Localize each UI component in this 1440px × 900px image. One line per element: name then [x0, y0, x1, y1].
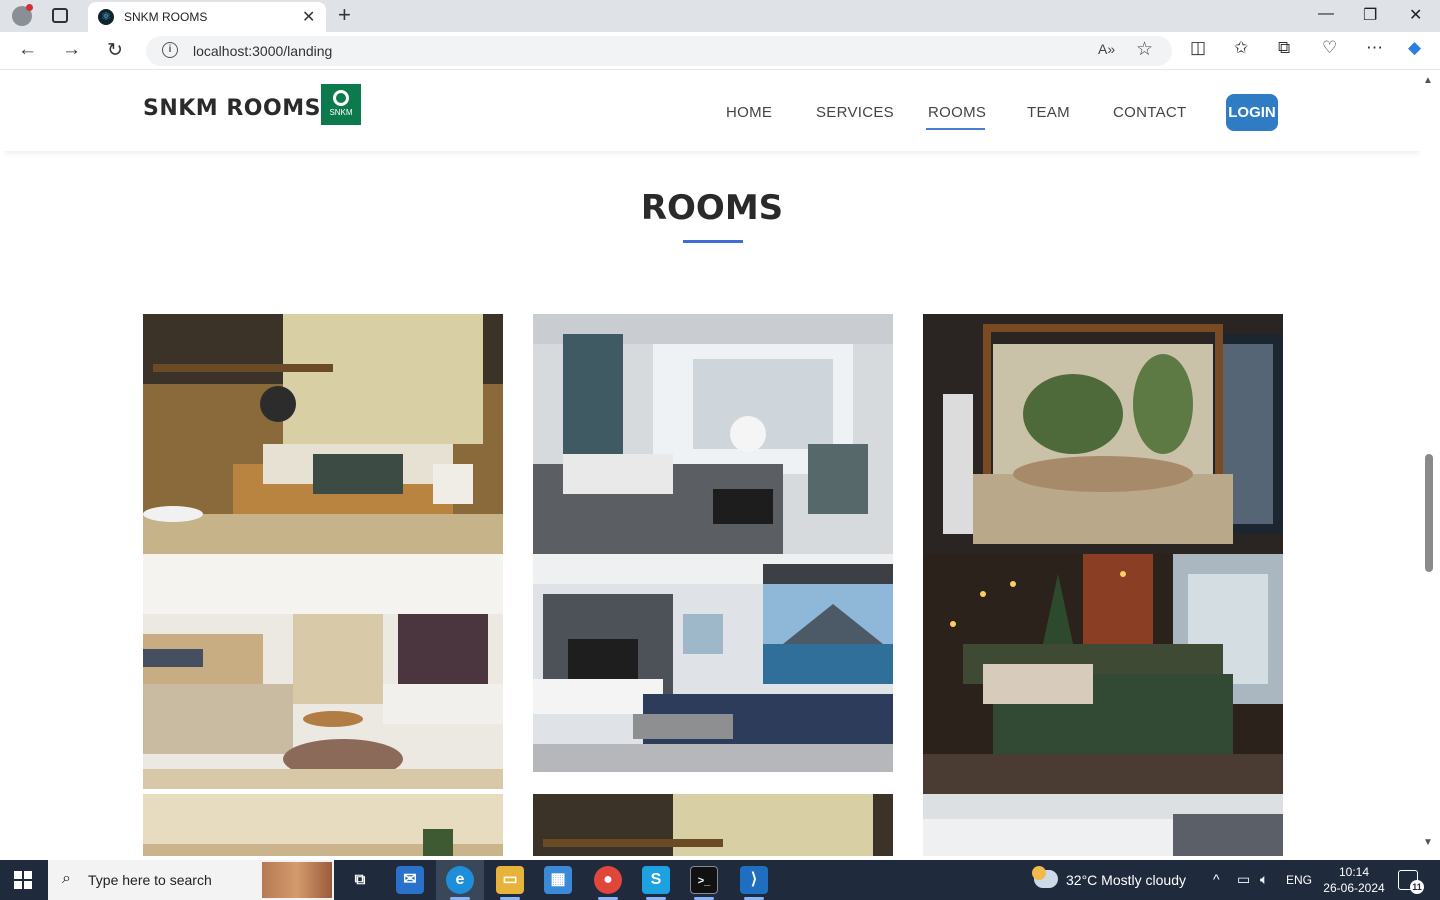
title-underline: [683, 240, 743, 243]
window-close-icon[interactable]: ✕: [1409, 5, 1422, 25]
scrollbar-thumb[interactable]: [1425, 454, 1433, 572]
favorite-star-icon[interactable]: ☆: [1136, 38, 1153, 61]
search-highlight-image: [262, 862, 332, 898]
taskbar-search-box[interactable]: ⌕ Type here to search: [48, 860, 334, 900]
task-view-icon[interactable]: ⧉: [346, 866, 374, 894]
notification-count-badge: 11: [1410, 880, 1424, 894]
room-photo-minimal-room[interactable]: [143, 794, 503, 856]
volume-icon[interactable]: 🔈︎: [1260, 871, 1268, 888]
vscode-icon[interactable]: ⟩: [740, 866, 768, 894]
read-aloud-icon[interactable]: A»: [1098, 41, 1115, 57]
tab-title: SNKM ROOMS: [124, 10, 208, 24]
room-photo-living-room-sea-view[interactable]: [533, 554, 893, 772]
back-arrow-icon[interactable]: ←: [18, 39, 37, 61]
site-header: SNKM ROOMS SNKM HOME SERVICES ROOMS TEAM…: [4, 70, 1420, 151]
room-photo-cozy-bedroom-2[interactable]: [533, 794, 893, 856]
scroll-down-arrow-icon[interactable]: ▼: [1423, 837, 1433, 848]
site-info-icon[interactable]: i: [162, 42, 178, 58]
new-tab-button[interactable]: +: [338, 2, 351, 28]
login-button[interactable]: LOGIN: [1226, 94, 1278, 131]
edge-icon[interactable]: e: [446, 866, 474, 894]
active-nav-underline: [926, 128, 985, 130]
file-explorer-icon[interactable]: ▭: [496, 866, 524, 894]
address-bar-row: ← → ↻ i localhost:3000/landing A» ☆ ◫ ✩ …: [0, 32, 1440, 70]
url-text[interactable]: localhost:3000/landing: [193, 43, 332, 59]
restore-icon[interactable]: ❐: [1363, 5, 1377, 25]
taskbar-clock[interactable]: 10:14 26-06-2024: [1322, 864, 1386, 896]
mail-icon[interactable]: ✉: [396, 866, 424, 894]
tab-actions-icon[interactable]: [52, 8, 68, 23]
brand-name[interactable]: SNKM ROOMS: [143, 96, 321, 121]
copilot-icon[interactable]: ◆: [1408, 38, 1421, 58]
windows-taskbar: ⌕ Type here to search ⧉ ✉ e ▭ ▦ ● S >_ ⟩…: [0, 860, 1440, 900]
react-favicon-icon: ⚛: [98, 9, 114, 25]
url-field[interactable]: i localhost:3000/landing A» ☆: [146, 36, 1172, 66]
network-icon[interactable]: ▭: [1237, 871, 1250, 888]
room-photo-bright-room[interactable]: [923, 794, 1283, 856]
refresh-icon[interactable]: ↻: [107, 39, 123, 62]
room-photo-canopy-bedroom[interactable]: [923, 314, 1283, 554]
weather-cloud-icon[interactable]: [1032, 866, 1058, 888]
minimize-icon[interactable]: —: [1318, 5, 1334, 23]
nav-team[interactable]: TEAM: [1027, 104, 1070, 121]
chrome-icon[interactable]: ●: [594, 866, 622, 894]
nav-services[interactable]: SERVICES: [816, 104, 894, 121]
browser-tab[interactable]: ⚛ SNKM ROOMS ✕: [88, 2, 326, 32]
brand-logo[interactable]: SNKM: [321, 84, 361, 125]
skype-icon[interactable]: S: [642, 866, 670, 894]
search-placeholder[interactable]: Type here to search: [88, 872, 212, 888]
room-photo-christmas-bedroom[interactable]: [923, 554, 1283, 794]
browser-tab-bar: ⚛ SNKM ROOMS ✕ + — ❐ ✕: [0, 0, 1440, 32]
split-screen-icon[interactable]: ◫: [1190, 38, 1206, 58]
weather-text[interactable]: 32°C Mostly cloudy: [1066, 872, 1186, 888]
clock-date: 26-06-2024: [1323, 881, 1385, 895]
show-hidden-icons-chevron-icon[interactable]: ^: [1213, 871, 1220, 887]
rooms-section-title: ROOMS: [640, 188, 784, 228]
browser-essentials-icon[interactable]: ♡: [1322, 38, 1337, 58]
clock-time: 10:14: [1338, 865, 1370, 879]
nav-contact[interactable]: CONTACT: [1113, 104, 1186, 121]
close-tab-icon[interactable]: ✕: [302, 7, 315, 27]
windows-start-icon[interactable]: [14, 871, 32, 889]
store-icon[interactable]: ▦: [544, 866, 572, 894]
favorites-icon[interactable]: ✩: [1234, 38, 1248, 58]
language-indicator[interactable]: ENG: [1286, 873, 1312, 887]
room-photo-living-room-stairs[interactable]: [143, 554, 503, 789]
profile-notification-dot: [26, 4, 33, 11]
logo-small-text: SNKM: [329, 108, 353, 117]
nav-rooms[interactable]: ROOMS: [928, 104, 986, 121]
room-photo-cozy-bedroom[interactable]: [143, 314, 503, 554]
web-page: SNKM ROOMS SNKM HOME SERVICES ROOMS TEAM…: [4, 70, 1420, 856]
collections-icon[interactable]: ⧉: [1278, 38, 1290, 58]
more-menu-icon[interactable]: ⋯: [1366, 38, 1383, 58]
room-photo-bright-bedroom[interactable]: [533, 314, 893, 554]
nav-home[interactable]: HOME: [726, 104, 772, 121]
scroll-up-arrow-icon[interactable]: ▲: [1423, 75, 1433, 86]
logo-ring-icon: [333, 90, 349, 106]
terminal-icon[interactable]: >_: [690, 866, 718, 894]
forward-arrow-icon[interactable]: →: [62, 39, 81, 61]
search-icon: ⌕: [62, 870, 71, 887]
